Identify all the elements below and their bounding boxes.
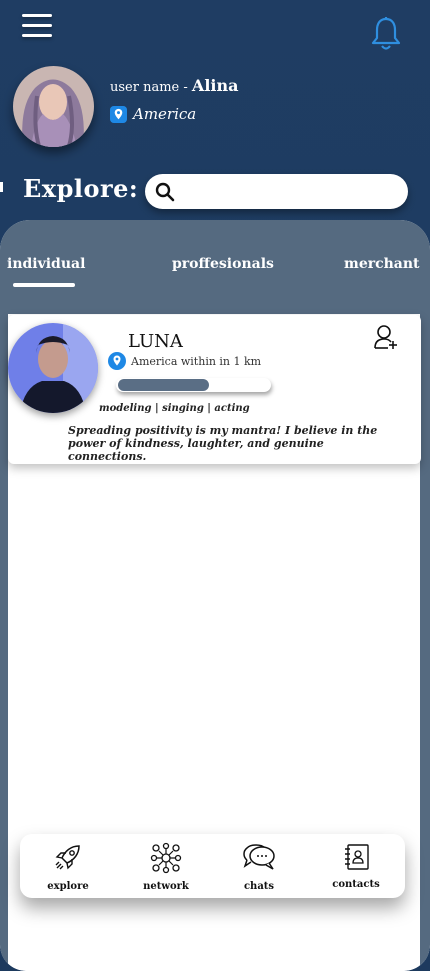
profile-bio: Spreading positivity is my mantra! I bel… <box>68 424 378 463</box>
user-location-text: America <box>133 105 197 123</box>
search-input[interactable] <box>145 174 408 209</box>
profile-name: LUNA <box>128 331 183 352</box>
active-tab-indicator <box>13 283 75 287</box>
profile-progress-fill <box>118 379 209 391</box>
chat-icon <box>243 844 275 870</box>
user-location: America <box>110 105 196 123</box>
nav-explore[interactable]: explore <box>28 834 108 898</box>
nav-network-label: network <box>143 881 189 892</box>
bell-icon[interactable] <box>370 16 402 52</box>
nav-chats[interactable]: chats <box>219 834 299 898</box>
tab-individual[interactable]: individual <box>7 256 85 272</box>
explore-title: Explore: <box>23 174 139 203</box>
tab-proffesionals[interactable]: proffesionals <box>172 256 274 272</box>
location-pin-icon <box>108 352 126 370</box>
location-pin-icon <box>110 105 127 123</box>
hamburger-menu-icon[interactable] <box>22 14 54 40</box>
app-screen: user name - Alina America Explore: indiv… <box>0 0 430 971</box>
nav-network[interactable]: network <box>126 834 206 898</box>
edge-mark <box>0 182 3 192</box>
network-icon <box>150 842 182 874</box>
nav-contacts-label: contacts <box>332 879 380 890</box>
search-icon[interactable] <box>155 182 175 202</box>
profile-tags: modeling | singing | acting <box>99 403 250 414</box>
tab-merchant[interactable]: merchant <box>344 256 420 272</box>
add-contact-icon[interactable] <box>373 324 399 350</box>
username-text: user name - Alina <box>110 76 238 95</box>
panel-right-border <box>420 314 430 971</box>
contacts-icon <box>345 844 369 870</box>
tabs-bar: individual proffesionals merchant <box>0 220 430 314</box>
profile-card[interactable]: LUNA America within in 1 km modeling | s… <box>8 315 421 464</box>
profile-location: America within in 1 km <box>108 352 261 370</box>
profile-progress-bar <box>116 378 271 392</box>
nav-contacts[interactable]: contacts <box>316 834 396 898</box>
panel-left-border <box>0 314 8 971</box>
nav-explore-label: explore <box>47 881 89 892</box>
username-prefix: user name - <box>110 80 188 95</box>
bottom-nav: explore network chats contacts <box>20 834 405 898</box>
username-value: Alina <box>191 76 239 95</box>
profile-avatar[interactable] <box>8 323 98 413</box>
nav-chats-label: chats <box>243 881 275 892</box>
rocket-icon <box>55 845 80 870</box>
profile-location-text: America within in 1 km <box>131 354 262 368</box>
user-avatar[interactable] <box>13 66 94 147</box>
